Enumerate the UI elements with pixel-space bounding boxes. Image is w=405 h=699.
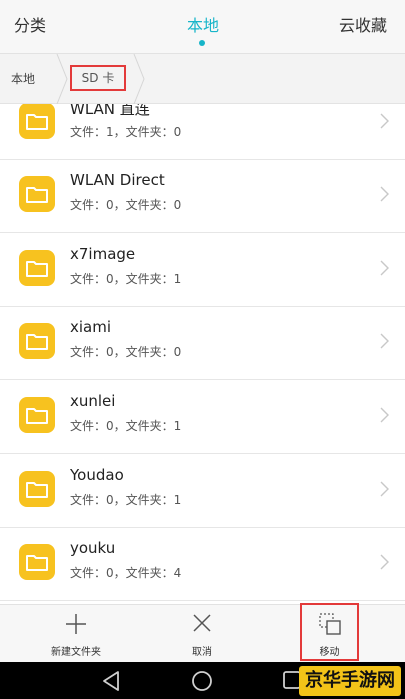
chevron-right-icon (380, 407, 389, 423)
close-icon (193, 614, 211, 632)
chevron-right-icon (380, 113, 389, 129)
chevron-right-icon (380, 554, 389, 570)
folder-meta: 文件：0，文件夹：1 (70, 493, 182, 507)
breadcrumb-local[interactable]: 本地 (11, 54, 35, 104)
folder-meta: 文件：0，文件夹：4 (70, 566, 182, 580)
folder-icon (19, 250, 55, 286)
new-folder-button[interactable]: 新建文件夹 (36, 605, 116, 663)
back-icon[interactable] (101, 670, 121, 692)
folder-meta: 文件：0，文件夹：1 (70, 419, 182, 433)
folder-name: Youdao (70, 466, 124, 484)
active-tab-indicator (199, 40, 205, 46)
file-list[interactable]: WLAN 直连 文件：1，文件夹：0 WLAN Direct 文件：0，文件夹：… (0, 104, 405, 604)
folder-icon (19, 323, 55, 359)
folder-icon (19, 544, 55, 580)
breadcrumb-sd-card[interactable]: SD 卡 (70, 65, 126, 91)
breadcrumb: 本地 SD 卡 (0, 54, 405, 104)
system-navigation-bar: 京华手游网 (0, 662, 405, 699)
folder-name: WLAN Direct (70, 171, 165, 189)
list-item[interactable]: x7image 文件：0，文件夹：1 (0, 234, 405, 307)
top-tab-bar: 分类 本地 云收藏 (0, 0, 405, 54)
tab-local[interactable]: 本地 (168, 0, 238, 54)
plus-icon (66, 614, 86, 634)
watermark-logo: 京华手游网 (299, 666, 401, 696)
folder-meta: 文件：0，文件夹：0 (70, 198, 182, 212)
folder-meta: 文件：0，文件夹：1 (70, 272, 182, 286)
move-highlight-frame (300, 603, 359, 661)
folder-icon (19, 176, 55, 212)
folder-name: WLAN 直连 (70, 104, 150, 118)
cancel-button[interactable]: 取消 (162, 605, 242, 663)
list-item[interactable]: WLAN 直连 文件：1，文件夹：0 (0, 104, 405, 160)
list-item[interactable]: xunlei 文件：0，文件夹：1 (0, 381, 405, 454)
chevron-right-icon (380, 481, 389, 497)
chevron-right-icon (380, 186, 389, 202)
folder-name: xunlei (70, 392, 116, 410)
folder-name: xiami (70, 318, 112, 336)
folder-meta: 文件：1，文件夹：0 (70, 125, 182, 139)
chevron-right-icon (380, 260, 389, 276)
breadcrumb-separator-icon (133, 54, 145, 104)
list-item[interactable]: Youdao 文件：0，文件夹：1 (0, 455, 405, 528)
folder-icon (19, 471, 55, 507)
list-item[interactable]: xiami 文件：0，文件夹：0 (0, 307, 405, 380)
tab-category[interactable]: 分类 (14, 0, 84, 54)
breadcrumb-separator-icon (56, 54, 68, 104)
chevron-right-icon (380, 333, 389, 349)
folder-meta: 文件：0，文件夹：0 (70, 345, 182, 359)
folder-icon (19, 397, 55, 433)
folder-icon (19, 104, 55, 139)
folder-name: x7image (70, 245, 136, 263)
folder-name: youku (70, 539, 116, 557)
cancel-label: 取消 (192, 647, 212, 658)
home-icon[interactable] (191, 670, 213, 692)
list-item[interactable]: WLAN Direct 文件：0，文件夹：0 (0, 160, 405, 233)
new-folder-label: 新建文件夹 (51, 647, 101, 658)
list-item[interactable]: youku 文件：0，文件夹：4 (0, 528, 405, 601)
tab-cloud-favorites[interactable]: 云收藏 (307, 0, 387, 54)
